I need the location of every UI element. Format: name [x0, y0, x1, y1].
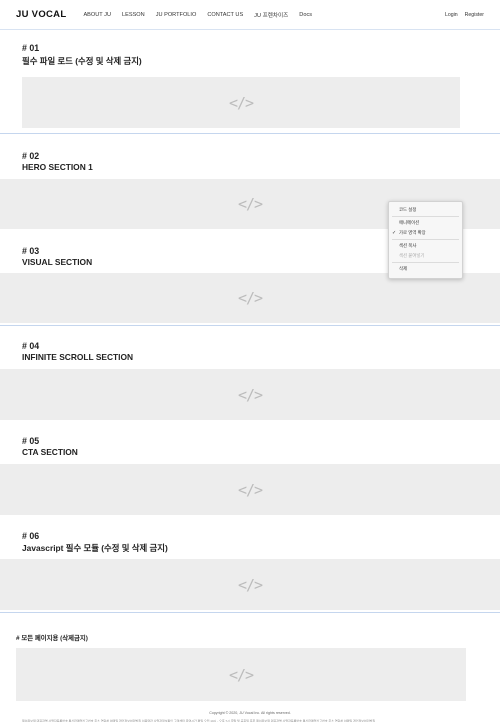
menu-separator — [392, 239, 459, 240]
menu-item-delete[interactable]: 삭제 — [389, 264, 462, 274]
main-nav: ABOUT JU LESSON JU PORTFOLIO CONTACT US … — [72, 11, 312, 19]
footer-copyright: Copyright © 2020, JU Vocal Inc. All righ… — [209, 711, 291, 715]
check-icon: ✓ — [392, 230, 397, 236]
section-number: # 02 — [22, 151, 40, 161]
nav-ju-portfolio[interactable]: JU PORTFOLIO — [156, 12, 197, 18]
code-icon: </> — [228, 665, 254, 684]
code-icon: </> — [228, 93, 254, 112]
section-number: # 06 — [22, 531, 40, 541]
top-header: JU VOCAL ABOUT JU LESSON JU PORTFOLIO CO… — [0, 0, 500, 30]
menu-item-copy-section[interactable]: 섹션 복사 — [389, 241, 462, 251]
section-title: HERO SECTION 1 — [22, 162, 93, 172]
logo[interactable]: JU VOCAL — [16, 9, 66, 20]
footer-business-info: 제이유보컬 대표자명 사업자등록번호 통신판매업신고번호 주소 연락처 이메일 … — [22, 719, 376, 722]
menu-item-animation[interactable]: 애니메이션 — [389, 218, 462, 228]
nav-contact-us[interactable]: CONTACT US — [207, 12, 243, 18]
code-icon: </> — [237, 195, 263, 213]
section-title: Javascript 필수 모듈 (수정 및 삭제 금지) — [22, 543, 168, 553]
section-number: # 01 — [22, 43, 40, 53]
menu-separator — [392, 262, 459, 263]
section-number: # 03 — [22, 246, 40, 256]
code-block-placeholder[interactable]: </> — [0, 559, 500, 610]
code-block-placeholder[interactable]: </> — [0, 273, 500, 323]
menu-item-code-settings[interactable]: 코드 설정 — [389, 205, 462, 215]
section-divider — [0, 612, 500, 613]
code-icon: </> — [237, 480, 263, 499]
code-icon: </> — [237, 385, 263, 404]
nav-lesson[interactable]: LESSON — [122, 12, 145, 18]
nav-about-ju[interactable]: ABOUT JU — [83, 12, 111, 18]
all-pages-title: # 모든 페이지용 (삭제금지) — [16, 635, 88, 642]
section-number: # 04 — [22, 341, 40, 351]
section-title: 필수 파일 로드 (수정 및 삭제 금지) — [22, 56, 142, 66]
menu-separator — [392, 216, 459, 217]
section-title: VISUAL SECTION — [22, 257, 93, 267]
login-link[interactable]: Login — [445, 12, 458, 18]
code-icon: </> — [237, 575, 263, 594]
menu-item-paste-section: 섹션 붙여넣기 — [399, 253, 425, 258]
section-title: CTA SECTION — [22, 447, 78, 457]
code-block-placeholder[interactable]: </> — [16, 648, 466, 701]
auth-links: Login Register — [438, 12, 484, 18]
code-icon: </> — [237, 289, 263, 307]
section-divider — [0, 325, 500, 326]
section-number: # 05 — [22, 436, 40, 446]
section-divider — [0, 133, 500, 134]
register-link[interactable]: Register — [465, 12, 484, 18]
section-title: INFINITE SCROLL SECTION — [22, 352, 134, 362]
context-menu: 코드 설정 애니메이션 ✓ 가로 영역 확장 섹션 복사 섹션 붙여넣기 삭제 — [388, 201, 463, 279]
nav-docs[interactable]: Docs — [299, 12, 312, 18]
menu-item-horizontal-expand[interactable]: ✓ 가로 영역 확장 — [389, 228, 462, 238]
nav-franchise[interactable]: JU 프렌차이즈 — [254, 11, 288, 19]
code-block-placeholder[interactable]: </> — [0, 464, 500, 515]
code-block-placeholder[interactable]: </> — [0, 369, 500, 420]
code-block-placeholder[interactable]: </> — [22, 77, 460, 128]
